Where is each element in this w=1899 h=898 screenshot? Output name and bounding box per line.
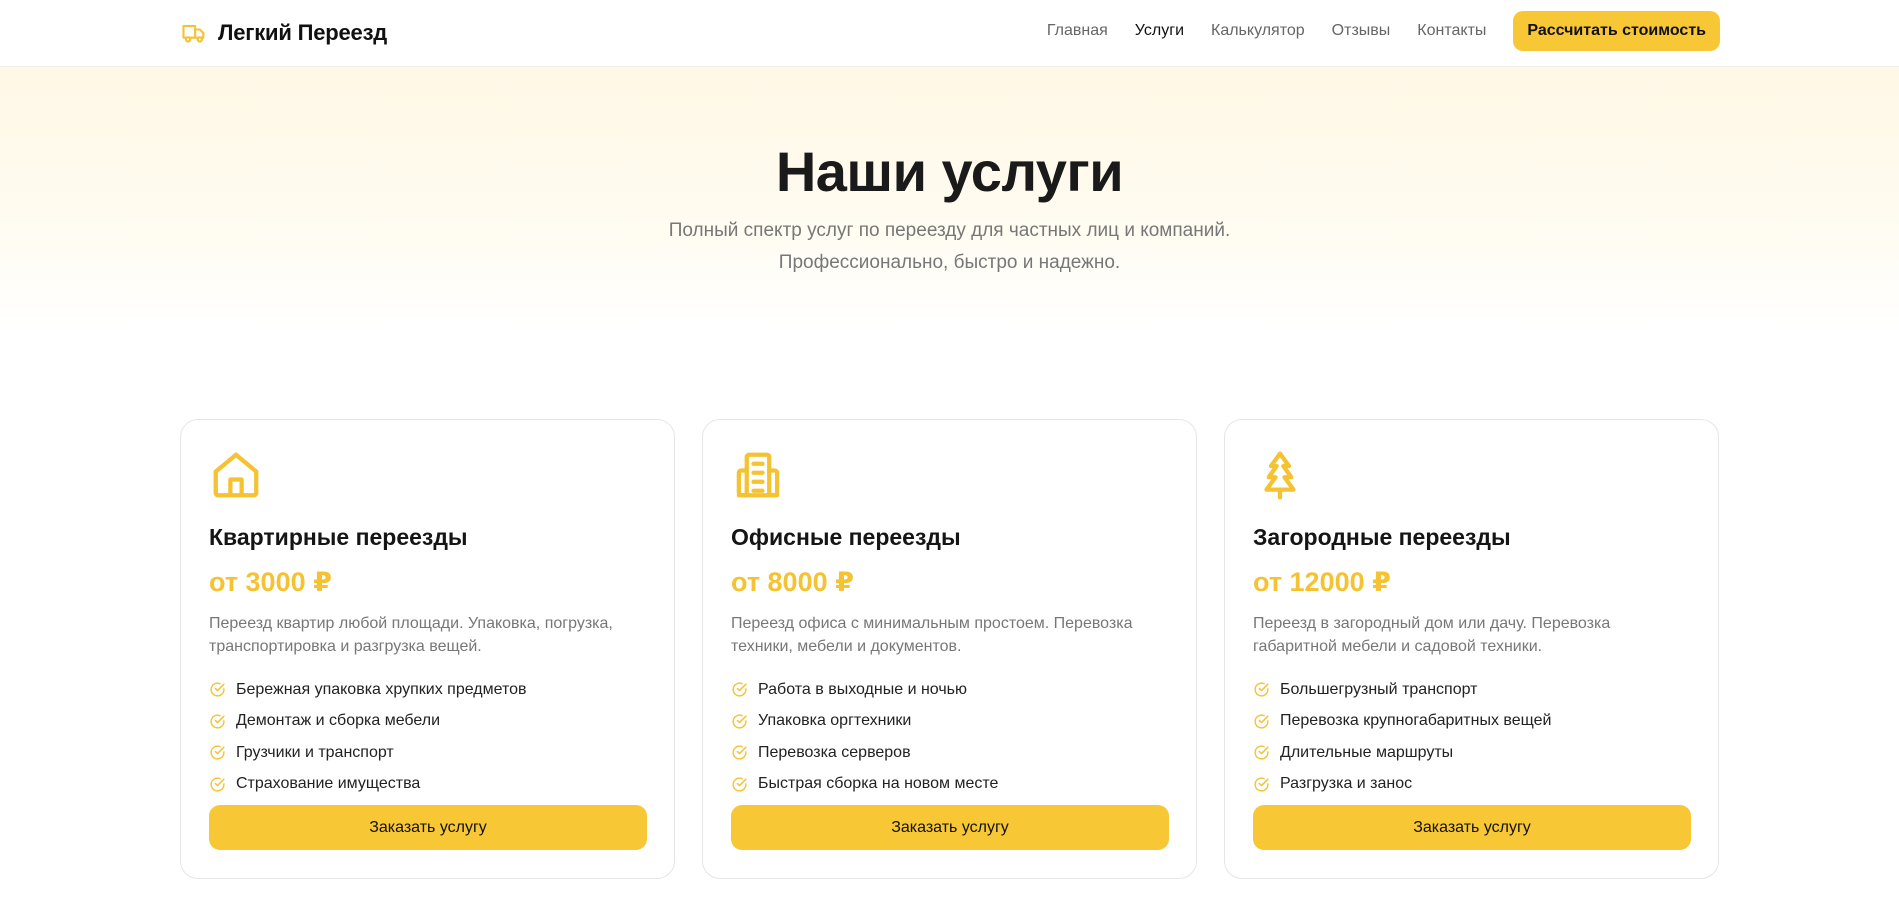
feature-item: Длительные маршруты — [1253, 737, 1690, 769]
check-circle-icon — [732, 682, 747, 697]
feature-text: Разгрузка и занос — [1280, 775, 1413, 793]
feature-list: Работа в выходные и ночью Упаковка оргте… — [731, 674, 1168, 800]
brand-logo[interactable]: Легкий Переезд — [180, 18, 387, 48]
nav-link-contacts[interactable]: Контакты — [1417, 22, 1486, 40]
feature-text: Перевозка крупногабаритных вещей — [1280, 712, 1552, 730]
feature-item: Страхование имущества — [209, 769, 646, 801]
house-icon — [213, 452, 259, 498]
check-circle-icon — [1254, 714, 1269, 729]
feature-text: Грузчики и транспорт — [236, 743, 394, 761]
services-grid: Квартирные переезды от 3000 ₽ Переезд кв… — [180, 419, 1720, 879]
check-circle-icon — [1254, 682, 1269, 697]
site-header: Легкий Переезд Главная Услуги Калькулято… — [0, 0, 1899, 67]
check-circle-icon — [1254, 745, 1269, 760]
hero-section: Наши услуги Полный спектр услуг по перее… — [0, 67, 1899, 327]
check-circle-icon — [210, 777, 225, 792]
feature-text: Перевозка серверов — [758, 743, 911, 761]
tree-icon — [1264, 451, 1296, 500]
nav-link-calculator[interactable]: Калькулятор — [1211, 22, 1305, 40]
check-circle-icon — [732, 745, 747, 760]
service-title: Офисные переезды — [731, 524, 961, 550]
office-building-icon — [736, 452, 780, 498]
calculate-cost-button[interactable]: Рассчитать стоимость — [1513, 11, 1720, 51]
service-card-office: Офисные переезды от 8000 ₽ Переезд офиса… — [702, 419, 1197, 879]
page-subtitle-line-1: Полный спектр услуг по переезду для част… — [668, 220, 1231, 241]
brand-name: Легкий Переезд — [218, 20, 388, 45]
feature-item: Разгрузка и занос — [1253, 769, 1690, 801]
nav-link-reviews[interactable]: Отзывы — [1332, 22, 1391, 40]
main-nav: Главная Услуги Калькулятор Отзывы Контак… — [1047, 11, 1720, 51]
feature-list: Бережная упаковка хрупких предметов Демо… — [209, 674, 646, 800]
feature-item: Работа в выходные и ночью — [731, 674, 1168, 706]
service-title: Загородные переезды — [1253, 524, 1511, 550]
feature-item: Упаковка оргтехники — [731, 706, 1168, 738]
feature-item: Демонтаж и сборка мебели — [209, 706, 646, 738]
feature-item: Грузчики и транспорт — [209, 737, 646, 769]
nav-link-services[interactable]: Услуги — [1135, 22, 1184, 40]
service-price: от 12000 ₽ — [1253, 567, 1391, 597]
check-circle-icon — [732, 714, 747, 729]
check-circle-icon — [1254, 777, 1269, 792]
service-description: Переезд квартир любой площади. Упаковка,… — [209, 615, 613, 655]
service-description: Переезд офиса с минимальным простоем. Пе… — [731, 615, 1133, 655]
service-price: от 3000 ₽ — [209, 567, 332, 597]
feature-item: Перевозка серверов — [731, 737, 1168, 769]
page-subtitle: Полный спектр услуг по переезду для част… — [0, 215, 1899, 279]
feature-text: Упаковка оргтехники — [758, 712, 912, 730]
nav-link-home[interactable]: Главная — [1047, 22, 1108, 40]
service-title: Квартирные переезды — [209, 524, 468, 550]
feature-text: Быстрая сборка на новом месте — [758, 775, 999, 793]
feature-text: Длительные маршруты — [1280, 743, 1454, 761]
order-service-button[interactable]: Заказать услугу — [209, 805, 647, 850]
feature-item: Бережная упаковка хрупких предметов — [209, 674, 646, 706]
order-service-button[interactable]: Заказать услугу — [731, 805, 1169, 850]
truck-icon — [182, 24, 205, 43]
service-description: Переезд в загородный дом или дачу. Перев… — [1253, 615, 1611, 655]
feature-text: Бережная упаковка хрупких предметов — [236, 680, 527, 698]
service-card-country: Загородные переезды от 12000 ₽ Переезд в… — [1224, 419, 1719, 879]
feature-text: Страхование имущества — [236, 775, 421, 793]
check-circle-icon — [210, 714, 225, 729]
page-title: Наши услуги — [775, 140, 1124, 203]
feature-text: Большегрузный транспорт — [1280, 680, 1478, 698]
check-circle-icon — [210, 745, 225, 760]
service-card-apartment: Квартирные переезды от 3000 ₽ Переезд кв… — [180, 419, 675, 879]
feature-item: Быстрая сборка на новом месте — [731, 769, 1168, 801]
feature-text: Демонтаж и сборка мебели — [236, 712, 441, 730]
order-service-button[interactable]: Заказать услугу — [1253, 805, 1691, 850]
check-circle-icon — [210, 682, 225, 697]
feature-item: Большегрузный транспорт — [1253, 674, 1690, 706]
feature-item: Перевозка крупногабаритных вещей — [1253, 706, 1690, 738]
page-subtitle-line-2: Профессионально, быстро и надежно. — [778, 252, 1121, 273]
feature-list: Большегрузный транспорт Перевозка крупно… — [1253, 674, 1690, 800]
feature-text: Работа в выходные и ночью — [758, 680, 968, 698]
service-price: от 8000 ₽ — [731, 567, 854, 597]
check-circle-icon — [732, 777, 747, 792]
